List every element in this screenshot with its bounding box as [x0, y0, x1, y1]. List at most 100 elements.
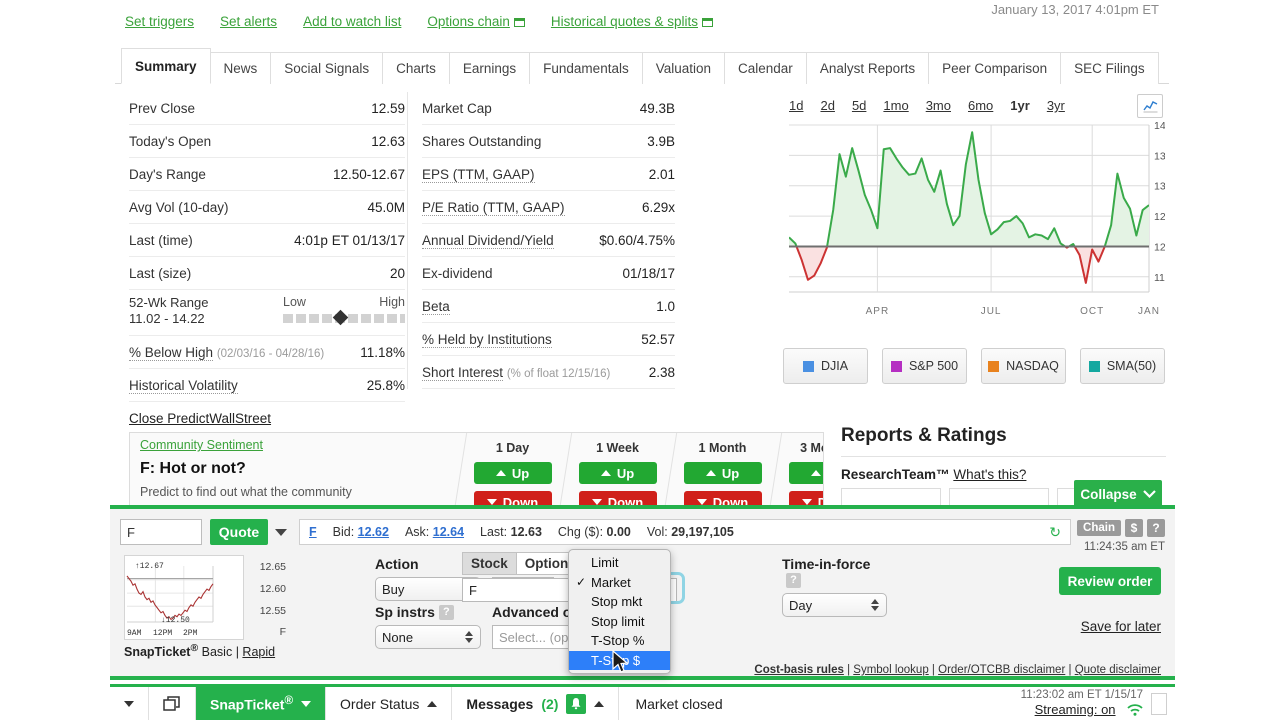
disclaimer-link[interactable]: Quote disclaimer	[1075, 664, 1161, 676]
overlay-button-s-p-500[interactable]: S&P 500	[882, 348, 967, 384]
link-set-alerts[interactable]: Set alerts	[220, 14, 277, 29]
chart-range-3yr[interactable]: 3yr	[1047, 98, 1065, 113]
tab-valuation[interactable]: Valuation	[641, 52, 726, 84]
stat-label[interactable]: % Below High	[129, 344, 214, 361]
taskbar-messages-button[interactable]: Messages (2)	[452, 687, 620, 720]
chart-range-6mo[interactable]: 6mo	[968, 98, 993, 113]
overlay-button-label: S&P 500	[908, 359, 959, 373]
quote-symbol[interactable]: F	[309, 525, 317, 539]
chart-range-3mo[interactable]: 3mo	[926, 98, 951, 113]
stat-row: % Below High (02/03/16 - 04/28/16) 11.18…	[129, 336, 405, 369]
taskbar-snapticket-button[interactable]: SnapTicket®	[196, 687, 327, 720]
whats-this-link[interactable]: What's this?	[953, 467, 1026, 482]
chain-button[interactable]: Chain	[1077, 520, 1121, 536]
stat-label[interactable]: EPS (TTM, GAAP)	[422, 166, 535, 183]
quote-bid-value[interactable]: 12.62	[358, 525, 389, 539]
stat-value: 12.59	[371, 100, 405, 116]
tab-earnings[interactable]: Earnings	[448, 52, 531, 84]
stat-value: 12.63	[371, 133, 405, 149]
tab-summary[interactable]: Summary	[121, 48, 211, 84]
close-predictwallstreet-link[interactable]: Close PredictWallStreet	[129, 411, 271, 426]
symbol-search-input[interactable]: F	[120, 519, 202, 545]
disclaimer-link[interactable]: Order/OTCBB disclaimer	[938, 664, 1065, 676]
taskbar-order-status-button[interactable]: Order Status	[326, 687, 453, 720]
stat-label[interactable]: Beta	[422, 298, 450, 315]
time-in-force-select[interactable]: Day	[782, 593, 887, 617]
tab-analyst-reports[interactable]: Analyst Reports	[805, 52, 930, 84]
disclaimer-link[interactable]: Symbol lookup	[853, 664, 928, 676]
disclaimer-link[interactable]: Cost-basis rules	[754, 664, 843, 676]
link-add-to-watch-list[interactable]: Add to watch list	[303, 14, 401, 29]
svg-text:APR: APR	[866, 306, 890, 317]
quote-ask-value[interactable]: 12.64	[433, 525, 464, 539]
price-chart[interactable]: 14.00 13.50 13.00 12.50 12.00 11.50 APR JUL OCT J…	[783, 117, 1165, 332]
link-historical-quotes-splits[interactable]: Historical quotes & splits	[551, 14, 713, 29]
quote-button[interactable]: Quote	[210, 519, 268, 545]
tab-news[interactable]: News	[209, 52, 272, 84]
overlay-button-sma-50-[interactable]: SMA(50)	[1080, 348, 1165, 384]
intraday-minichart[interactable]: ↑12.67 ↓12.50 9AM 12PM 2PM	[124, 555, 244, 640]
link-set-triggers[interactable]: Set triggers	[125, 14, 194, 29]
link-options-chain[interactable]: Options chain	[427, 14, 525, 29]
taskbar-collapse-button[interactable]	[110, 687, 149, 720]
taskbar-resize-handle[interactable]	[1151, 692, 1167, 715]
streaming-toggle[interactable]: Streaming: on	[1035, 702, 1116, 717]
save-for-later-link[interactable]: Save for later	[1081, 619, 1161, 634]
order-type-option[interactable]: Stop limit	[569, 612, 670, 632]
chart-range-5d[interactable]: 5d	[852, 98, 866, 113]
tab-social-signals[interactable]: Social Signals	[270, 52, 384, 84]
tab-calendar[interactable]: Calendar	[724, 52, 807, 84]
stat-label[interactable]: % Held by Institutions	[422, 331, 552, 348]
dollar-button[interactable]: $	[1125, 519, 1143, 537]
overlay-button-djia[interactable]: DJIA	[783, 348, 868, 384]
stat-label[interactable]: Annual Dividend/Yield	[422, 232, 554, 249]
stat-label[interactable]: P/E Ratio (TTM, GAAP)	[422, 199, 565, 216]
chart-settings-icon[interactable]	[1137, 94, 1163, 118]
help-icon[interactable]: ?	[786, 572, 801, 588]
refresh-icon[interactable]: ↻	[1049, 524, 1061, 541]
pws-up-button[interactable]: Up	[473, 462, 552, 484]
pws-up-button[interactable]: Up	[683, 462, 762, 484]
index-overlay-buttons: DJIA S&P 500 NASDAQ SMA(50)	[783, 348, 1169, 384]
pws-up-button[interactable]: Up	[578, 462, 657, 484]
pws-up-button[interactable]: Up	[788, 462, 823, 484]
chart-range-1mo[interactable]: 1mo	[883, 98, 908, 113]
quote-ask: Ask: 12.64	[404, 525, 465, 539]
overlay-button-nasdaq[interactable]: NASDAQ	[981, 348, 1066, 384]
tab-sec-filings[interactable]: SEC Filings	[1060, 52, 1159, 84]
tab-stock[interactable]: Stock	[462, 552, 517, 575]
stat-row: Avg Vol (10-day) 45.0M	[129, 191, 405, 224]
stat-label[interactable]: Historical Volatility	[129, 377, 238, 394]
collapse-button[interactable]: Collapse	[1074, 480, 1162, 508]
order-type-option[interactable]: Stop mkt	[569, 592, 670, 612]
triangle-up-icon	[600, 470, 611, 476]
quote-dropdown-icon[interactable]	[275, 528, 287, 536]
mode-rapid[interactable]: Rapid	[242, 645, 275, 659]
chart-range-1yr[interactable]: 1yr	[1010, 98, 1030, 113]
review-order-button[interactable]: Review order	[1059, 567, 1161, 595]
mode-basic[interactable]: Basic	[202, 645, 233, 659]
stat-label[interactable]: Short Interest	[422, 364, 504, 381]
order-type-option[interactable]: T-Stop %	[569, 631, 670, 651]
stat-value: 20	[389, 265, 405, 281]
52wk-range-slider[interactable]: Low High	[283, 295, 405, 326]
tab-peer-comparison[interactable]: Peer Comparison	[928, 52, 1062, 84]
chart-range-1d[interactable]: 1d	[789, 98, 803, 113]
community-sentiment-link[interactable]: Community Sentiment	[140, 438, 430, 452]
help-button[interactable]: ?	[1147, 519, 1165, 537]
stat-label-wrap: Ex-dividend	[422, 266, 493, 281]
order-type-option[interactable]: Limit	[569, 553, 670, 573]
taskbar-windows-button[interactable]	[149, 687, 196, 720]
help-icon[interactable]: ?	[438, 604, 454, 620]
chart-range-2d[interactable]: 2d	[820, 98, 834, 113]
tab-fundamentals[interactable]: Fundamentals	[529, 52, 643, 84]
bell-icon[interactable]	[566, 693, 587, 714]
stat-label-wrap: Last (time)	[129, 233, 193, 248]
stat-row: % Held by Institutions 52.57	[422, 323, 675, 356]
tab-charts[interactable]: Charts	[382, 52, 450, 84]
pws-column: 3 Months Up Down	[775, 433, 823, 509]
order-type-option[interactable]: Market	[569, 573, 670, 593]
chevron-down-icon	[124, 700, 134, 707]
sp-instrs-select[interactable]: None	[375, 625, 481, 649]
stat-value: 12.50-12.67	[332, 166, 405, 182]
